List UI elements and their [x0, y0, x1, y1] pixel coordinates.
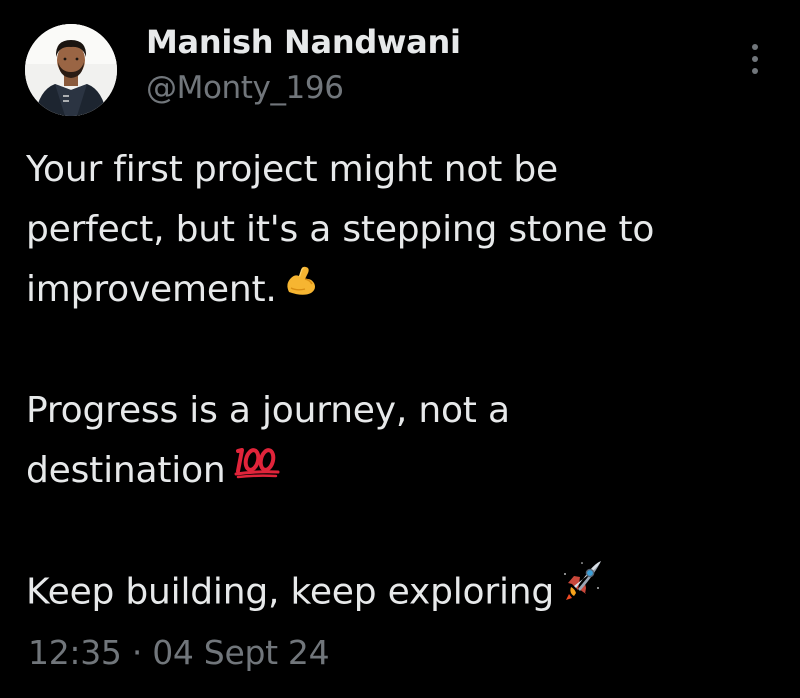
- flexed-biceps-icon: [283, 257, 319, 317]
- text-line: destination: [26, 450, 226, 491]
- text-line: Your first project might not be: [26, 149, 558, 190]
- text-line: improvement.: [26, 269, 277, 310]
- tweet-date: 04 Sept 24: [152, 633, 330, 672]
- rocket-icon: [560, 558, 604, 621]
- hundred-points-icon: [232, 438, 282, 498]
- tweet-time: 12:35: [28, 633, 122, 672]
- text-line-with-emoji: Keep building, keep exploring: [26, 561, 776, 625]
- text-line: perfect, but it's a stepping stone to: [26, 209, 655, 250]
- paragraph-3: Keep building, keep exploring: [26, 561, 776, 625]
- avatar[interactable]: [25, 24, 117, 116]
- tweet-text: Your first project might not be perfect,…: [26, 140, 776, 625]
- paragraph-2: Progress is a journey, not a destination: [26, 381, 776, 502]
- avatar-photo: [25, 24, 117, 116]
- tweet-timestamp[interactable]: 12:35 · 04 Sept 24: [28, 633, 330, 672]
- paragraph-1: Your first project might not be perfect,…: [26, 140, 776, 321]
- timestamp-separator: ·: [131, 633, 143, 672]
- text-line: Progress is a journey, not a: [26, 390, 510, 431]
- more-options-icon[interactable]: [740, 42, 770, 82]
- text-line: Keep building, keep exploring: [26, 571, 555, 613]
- author-name[interactable]: Manish Nandwani: [146, 23, 461, 61]
- author-handle[interactable]: @Monty_196: [146, 70, 344, 106]
- text-line-with-emoji: destination: [26, 441, 776, 502]
- text-line-with-emoji: improvement.: [26, 260, 776, 321]
